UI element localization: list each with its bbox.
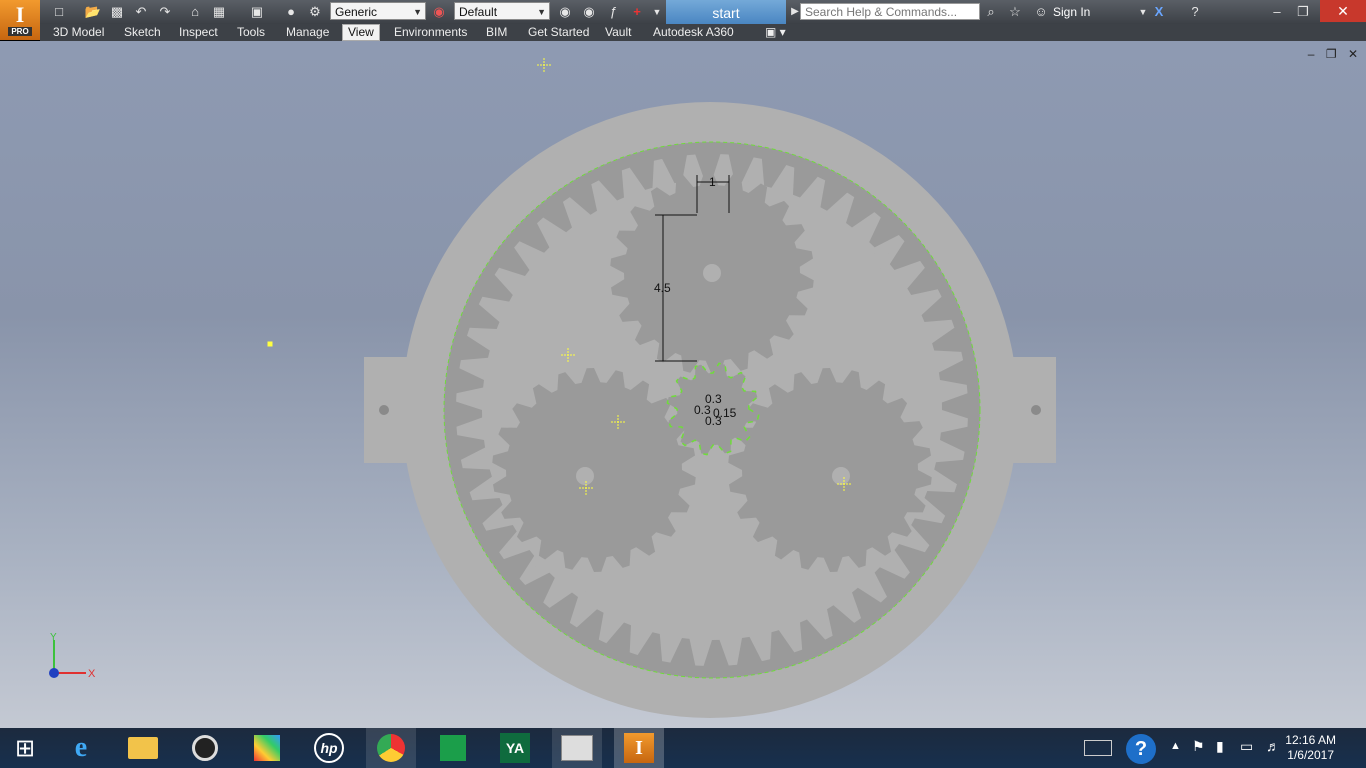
tab-view[interactable]: View: [342, 24, 380, 41]
taskbar-hp[interactable]: hp: [304, 728, 354, 768]
taskbar-internet-explorer[interactable]: e: [56, 728, 106, 768]
close-button[interactable]: ✕: [1320, 0, 1366, 22]
user-icon[interactable]: ☺: [1032, 3, 1050, 21]
redo-icon[interactable]: ↷: [156, 3, 174, 21]
chevron-down-icon: ▼: [537, 7, 546, 17]
windows-taskbar: ⊞ e hp YA I ? ▲ ⚑ ▮ ▭ ♬ 12:16 AM 1/6/201…: [0, 728, 1366, 768]
tab-vault[interactable]: Vault: [600, 25, 636, 40]
print-icon[interactable]: ▦: [210, 3, 228, 21]
flag-icon[interactable]: ⚑: [1192, 738, 1205, 755]
ribbon-tabs: 3D Model Sketch Inspect Tools Manage Vie…: [40, 24, 1366, 41]
inventor-icon: I: [624, 733, 654, 763]
restore-icon[interactable]: ❐: [1294, 3, 1312, 21]
help-circle-icon[interactable]: ?: [1126, 734, 1156, 764]
app-x-icon: YA: [500, 733, 530, 763]
appearance-dropdown[interactable]: Default ▼: [454, 2, 550, 20]
folder-icon: [128, 737, 158, 759]
axis-triad: Y X: [49, 632, 96, 680]
network-icon[interactable]: ▭: [1240, 738, 1253, 755]
show-hidden-icons-icon[interactable]: ▲: [1170, 740, 1181, 752]
taskbar-file-explorer[interactable]: [118, 728, 168, 768]
store-icon: [440, 735, 466, 761]
taskbar-app-puzzle[interactable]: [242, 728, 292, 768]
tab-tools[interactable]: Tools: [232, 25, 270, 40]
windows-logo-icon: ⊞: [14, 734, 36, 762]
clock-date: 1/6/2017: [1287, 748, 1334, 762]
hp-icon: hp: [314, 733, 344, 763]
quick-access-toolbar: I PRO □ 📂 ▩ ↶ ↷ ⌂ ▦ ▣ ● ⚙ Generic ▼ ◉ Def…: [0, 0, 1366, 40]
home-icon[interactable]: ⌂: [186, 3, 204, 21]
tab-3d-model[interactable]: 3D Model: [48, 25, 109, 40]
customize-chevron-icon[interactable]: ▼: [648, 3, 666, 21]
fx-icon[interactable]: ƒ: [604, 3, 622, 21]
tab-bim[interactable]: BIM: [481, 25, 512, 40]
appearance-value: Default: [459, 5, 498, 19]
monitor-icon: [561, 735, 593, 761]
tab-get-started[interactable]: Get Started: [523, 25, 594, 40]
keyboard-icon[interactable]: [1084, 740, 1112, 756]
taskbar-app-monitor[interactable]: [552, 728, 602, 768]
planet-bore-left: [576, 467, 594, 485]
sign-in-link[interactable]: Sign In: [1053, 5, 1090, 19]
taskbar-inventor[interactable]: I: [614, 728, 664, 768]
open-folder-icon[interactable]: 📂: [84, 3, 102, 21]
taskbar-app-camera[interactable]: [180, 728, 230, 768]
graphics-viewport[interactable]: – ❐ ✕ 1 4.5 0.3 0.3 0.15 0.3 Y X: [0, 41, 1366, 728]
battery-icon[interactable]: ▮: [1216, 738, 1224, 755]
system-clock[interactable]: 12:16 AM 1/6/2017: [1285, 733, 1336, 763]
puzzle-icon: [254, 735, 280, 761]
planet-bore-right: [832, 467, 850, 485]
add-icon[interactable]: +: [628, 3, 646, 21]
document-title: start: [666, 0, 786, 24]
logo-letter: I: [15, 2, 25, 27]
ribbon-options-icon[interactable]: ▣ ▾: [760, 25, 791, 40]
close-icon: ✕: [1337, 3, 1349, 19]
axis-x-label: X: [88, 668, 96, 680]
material-dropdown[interactable]: Generic ▼: [330, 2, 426, 20]
taskbar-store[interactable]: [428, 728, 478, 768]
tab-environments[interactable]: Environments: [389, 25, 472, 40]
clear-icon[interactable]: ◉: [580, 3, 598, 21]
tab-manage[interactable]: Manage: [281, 25, 334, 40]
search-placeholder: Search Help & Commands...: [805, 5, 958, 19]
exchange-icon[interactable]: X: [1150, 3, 1168, 21]
dimension-d4[interactable]: 0.3: [705, 414, 722, 428]
new-file-icon[interactable]: □: [50, 3, 68, 21]
chevron-down-icon: ▼: [413, 7, 422, 17]
chrome-icon: [377, 734, 405, 762]
dimension-height[interactable]: 4.5: [654, 281, 671, 295]
adjust-icon[interactable]: ◉: [556, 3, 574, 21]
dimension-top-width[interactable]: 1: [709, 175, 716, 189]
camera-icon: [192, 735, 218, 761]
clock-time: 12:16 AM: [1285, 733, 1336, 747]
axis-y-label: Y: [50, 632, 57, 643]
update-icon[interactable]: ⚙: [306, 3, 324, 21]
logo-badge: PRO: [8, 27, 32, 36]
app-menu-button[interactable]: I PRO: [0, 0, 40, 40]
tab-sketch[interactable]: Sketch: [119, 25, 166, 40]
material-value: Generic: [335, 5, 378, 19]
internet-explorer-icon: e: [74, 732, 88, 763]
color-wheel-icon[interactable]: ◉: [430, 3, 448, 21]
sketch-canvas[interactable]: 1 4.5 0.3 0.3 0.15 0.3 Y X: [0, 41, 1366, 728]
tab-inspect[interactable]: Inspect: [174, 25, 223, 40]
project-icon[interactable]: ●: [282, 3, 300, 21]
undo-icon[interactable]: ↶: [132, 3, 150, 21]
search-icon[interactable]: ⌕: [982, 3, 1000, 21]
favorites-star-icon[interactable]: ☆: [1006, 3, 1024, 21]
help-icon[interactable]: ?: [1186, 3, 1204, 21]
taskbar-app-xd[interactable]: YA: [490, 728, 540, 768]
volume-icon[interactable]: ♬: [1266, 738, 1280, 754]
start-button[interactable]: ⊞: [0, 728, 50, 768]
planet-bore-top: [703, 264, 721, 282]
minimize-icon[interactable]: –: [1268, 3, 1286, 21]
save-icon[interactable]: ▩: [108, 3, 126, 21]
search-input[interactable]: Search Help & Commands...: [800, 3, 980, 20]
mount-hole-left: [379, 405, 389, 415]
taskbar-chrome[interactable]: [366, 728, 416, 768]
mount-hole-right: [1031, 405, 1041, 415]
select-icon[interactable]: ▣: [248, 3, 266, 21]
tab-autodesk-a360[interactable]: Autodesk A360: [648, 25, 739, 40]
